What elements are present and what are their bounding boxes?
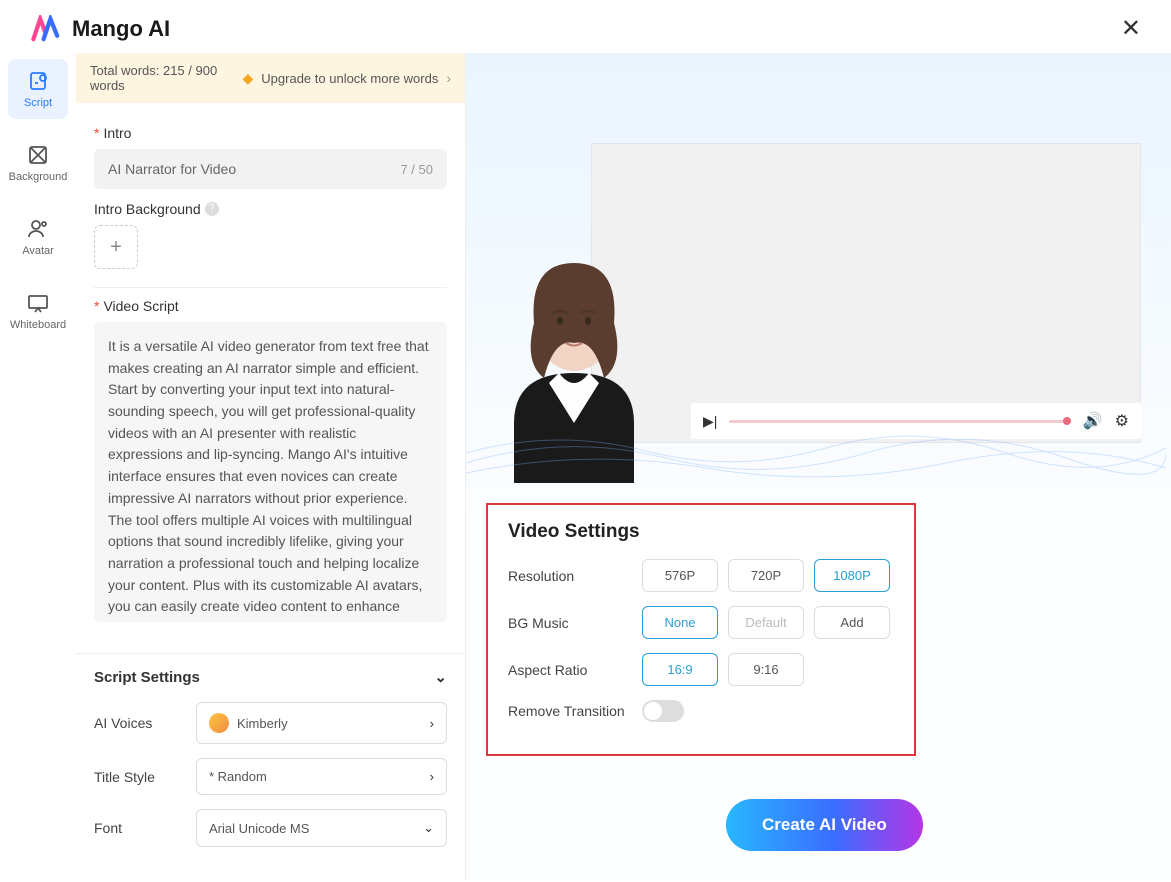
sidebar-item-whiteboard[interactable]: Whiteboard — [8, 281, 68, 341]
intro-label: *Intro — [94, 125, 447, 141]
help-icon[interactable]: ? — [205, 202, 219, 216]
create-ai-video-button[interactable]: Create AI Video — [726, 799, 923, 851]
script-settings-toggle[interactable]: Script Settings ⌄ — [94, 668, 447, 686]
sidebar-label: Script — [24, 97, 52, 109]
app-logo: Mango AI — [30, 15, 170, 43]
background-icon — [26, 143, 50, 167]
sidebar-item-script[interactable]: Script — [8, 59, 68, 119]
avatar-icon — [26, 217, 50, 241]
intro-bg-upload[interactable]: + — [94, 225, 138, 269]
app-title: Mango AI — [72, 16, 170, 42]
aspect-label: Aspect Ratio — [508, 662, 628, 678]
remove-transition-label: Remove Transition — [508, 703, 628, 719]
title-style-label: Title Style — [94, 769, 184, 785]
preview-panel: ▶| 🔊 ⚙ Video Settings Resolution 576P 72… — [466, 53, 1171, 881]
intro-bg-label: Intro Background ? — [94, 201, 447, 217]
video-settings-title: Video Settings — [508, 521, 894, 543]
diamond-icon: ◆ — [243, 70, 254, 87]
title-style-select[interactable]: * Random › — [196, 758, 447, 795]
voice-avatar-icon — [209, 713, 229, 733]
sidebar-item-avatar[interactable]: Avatar — [8, 207, 68, 267]
script-icon — [26, 69, 50, 93]
intro-title-input[interactable]: AI Narrator for Video 7 / 50 — [94, 149, 447, 189]
upgrade-cta: Upgrade to unlock more words — [261, 71, 438, 86]
whiteboard-icon — [26, 291, 50, 315]
left-sidebar: Script Background Avatar Whiteboard — [0, 53, 76, 881]
aspect-option-9-16[interactable]: 9:16 — [728, 653, 804, 686]
ai-voices-label: AI Voices — [94, 715, 184, 731]
remove-transition-toggle[interactable] — [642, 700, 684, 722]
intro-char-count: 7 / 50 — [400, 162, 433, 177]
wave-decoration — [466, 423, 1166, 483]
aspect-option-16-9[interactable]: 16:9 — [642, 653, 718, 686]
sidebar-label: Avatar — [22, 245, 54, 257]
upgrade-banner[interactable]: Total words: 215 / 900 words ◆ Upgrade t… — [76, 53, 465, 103]
chevron-down-icon: ⌄ — [423, 820, 434, 836]
sidebar-label: Background — [9, 171, 68, 183]
resolution-option-720p[interactable]: 720P — [728, 559, 804, 592]
intro-value: AI Narrator for Video — [108, 161, 236, 177]
video-script-textarea[interactable]: It is a versatile AI video generator fro… — [94, 322, 447, 622]
bgmusic-label: BG Music — [508, 615, 628, 631]
section-divider — [94, 287, 447, 288]
bgmusic-option-none[interactable]: None — [642, 606, 718, 639]
script-label: *Video Script — [94, 298, 447, 314]
logo-icon — [30, 15, 64, 43]
bgmusic-option-add[interactable]: Add — [814, 606, 890, 639]
chevron-right-icon: › — [446, 70, 451, 86]
sidebar-item-background[interactable]: Background — [8, 133, 68, 193]
resolution-option-576p[interactable]: 576P — [642, 559, 718, 592]
ai-voices-select[interactable]: Kimberly › — [196, 702, 447, 744]
resolution-label: Resolution — [508, 568, 628, 584]
chevron-right-icon: › — [430, 716, 434, 731]
chevron-right-icon: › — [430, 769, 434, 784]
resolution-option-1080p[interactable]: 1080P — [814, 559, 890, 592]
font-select[interactable]: Arial Unicode MS ⌄ — [196, 809, 447, 847]
video-preview: ▶| 🔊 ⚙ — [466, 73, 1171, 483]
script-settings-section: Script Settings ⌄ AI Voices Kimberly › T… — [76, 653, 465, 881]
bgmusic-option-default[interactable]: Default — [728, 606, 804, 639]
app-header: Mango AI ✕ — [0, 0, 1171, 53]
word-count: Total words: 215 / 900 words — [90, 63, 240, 93]
sidebar-label: Whiteboard — [10, 319, 66, 331]
close-icon[interactable]: ✕ — [1121, 14, 1141, 43]
video-settings-panel: Video Settings Resolution 576P 720P 1080… — [486, 503, 916, 756]
font-label: Font — [94, 820, 184, 836]
script-panel: Total words: 215 / 900 words ◆ Upgrade t… — [76, 53, 466, 881]
chevron-down-icon: ⌄ — [434, 668, 447, 686]
